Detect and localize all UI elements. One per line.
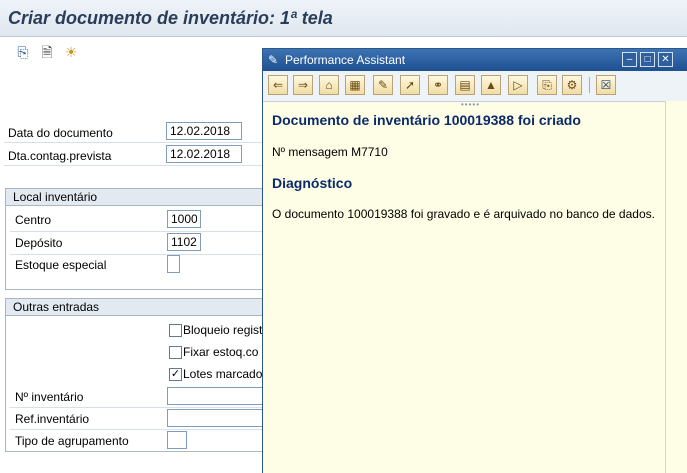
inventory-number-label: Nº inventário: [15, 390, 84, 404]
technical-info-icon[interactable]: ➚: [400, 75, 420, 95]
new-document-icon[interactable]: 🗎: [38, 43, 56, 61]
settings-icon[interactable]: ⚙: [562, 75, 582, 95]
plant-input[interactable]: [167, 210, 201, 228]
assistant-scrollbar[interactable]: [665, 101, 687, 473]
print-icon[interactable]: ⎘: [537, 75, 557, 95]
inventory-reference-input[interactable]: [167, 409, 265, 427]
assistant-heading: Documento de inventário 100019388 foi cr…: [272, 112, 581, 128]
special-stock-label: Estoque especial: [15, 258, 107, 272]
planned-count-date-input[interactable]: [166, 145, 242, 163]
print-icon[interactable]: ⎘: [14, 43, 32, 61]
diagnosis-text: O documento 100019388 foi gravado e é ar…: [272, 207, 655, 221]
performance-assistant-window: ✎ Performance Assistant – □ ✕ ⇐ ⇒ ⌂ ▦ ✎ …: [262, 48, 687, 473]
back-icon[interactable]: ⇐: [268, 75, 288, 95]
freeze-book-stock-label: Fixar estoq.co: [183, 345, 259, 359]
doc-date-label: Data do documento: [8, 126, 113, 140]
home-icon[interactable]: ⌂: [319, 75, 339, 95]
tips-icon[interactable]: ☀: [62, 43, 80, 61]
grouping-type-label: Tipo de agrupamento: [15, 434, 129, 448]
inventory-reference-label: Ref.inventário: [15, 412, 90, 426]
close-icon[interactable]: ☒: [596, 75, 616, 95]
row-divider: [10, 429, 262, 430]
performance-assistant-titlebar[interactable]: ✎ Performance Assistant – □ ✕: [263, 49, 687, 71]
batches-checkbox[interactable]: ✓: [169, 368, 182, 381]
row-divider: [10, 231, 262, 232]
inventory-number-input[interactable]: [167, 387, 265, 405]
special-stock-input[interactable]: [167, 255, 180, 273]
storage-location-label: Depósito: [15, 236, 63, 250]
title-bar: Criar documento de inventário: 1ª tela: [0, 0, 687, 37]
edit-icon[interactable]: ✎: [373, 75, 393, 95]
performance-assistant-title: Performance Assistant: [285, 53, 406, 67]
row-divider: [4, 165, 262, 166]
plant-label: Centro: [15, 213, 52, 227]
export-icon[interactable]: ▷: [508, 75, 528, 95]
maximize-icon[interactable]: □: [640, 52, 655, 67]
forward-icon[interactable]: ⇒: [293, 75, 313, 95]
grouping-type-input[interactable]: [167, 431, 187, 449]
row-divider: [4, 142, 262, 143]
document-icon[interactable]: ▤: [455, 75, 475, 95]
planned-count-date-label: Dta.contag.prevista: [8, 149, 112, 163]
toolbar-separator: [589, 77, 590, 93]
message-number: Nº mensagem M7710: [272, 145, 388, 159]
window-title: Criar documento de inventário: 1ª tela: [8, 8, 333, 28]
note-icon[interactable]: ▲: [481, 75, 501, 95]
key-icon[interactable]: ⚭: [428, 75, 448, 95]
diagnosis-heading: Diagnóstico: [272, 175, 353, 191]
storage-location-input[interactable]: [167, 233, 201, 251]
local-inventory-group-title: Local inventário: [6, 189, 276, 206]
resize-grip[interactable]: •••••: [461, 100, 480, 109]
assistant-window-icon: ✎: [268, 53, 279, 67]
row-divider: [10, 254, 262, 255]
close-window-icon[interactable]: ✕: [658, 52, 673, 67]
assistant-toolbar: ⇐ ⇒ ⌂ ▦ ✎ ➚ ⚭ ▤ ▲ ▷ ⎘ ⚙ ☒: [263, 71, 687, 102]
block-posting-checkbox[interactable]: [169, 324, 182, 337]
structure-icon[interactable]: ▦: [345, 75, 365, 95]
block-posting-label: Bloqueio regist: [183, 323, 263, 337]
other-entries-group-title: Outras entradas: [6, 299, 276, 316]
batches-label: Lotes marcado: [183, 367, 263, 381]
freeze-book-stock-checkbox[interactable]: [169, 346, 182, 359]
row-divider: [10, 407, 262, 408]
minimize-icon[interactable]: –: [622, 52, 637, 67]
doc-date-input[interactable]: [166, 122, 242, 140]
